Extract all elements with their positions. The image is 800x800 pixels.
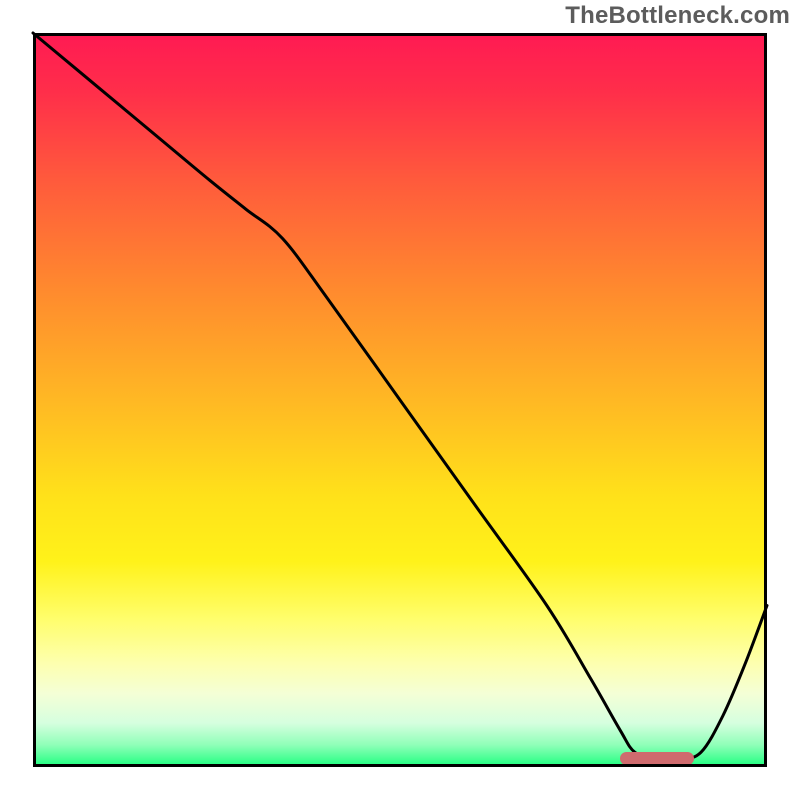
bottleneck-curve — [33, 33, 767, 761]
curve-layer — [33, 33, 767, 767]
chart-root: TheBottleneck.com — [0, 0, 800, 800]
optimal-marker — [620, 752, 693, 765]
plot-area — [33, 33, 767, 767]
watermark-text: TheBottleneck.com — [565, 2, 790, 30]
